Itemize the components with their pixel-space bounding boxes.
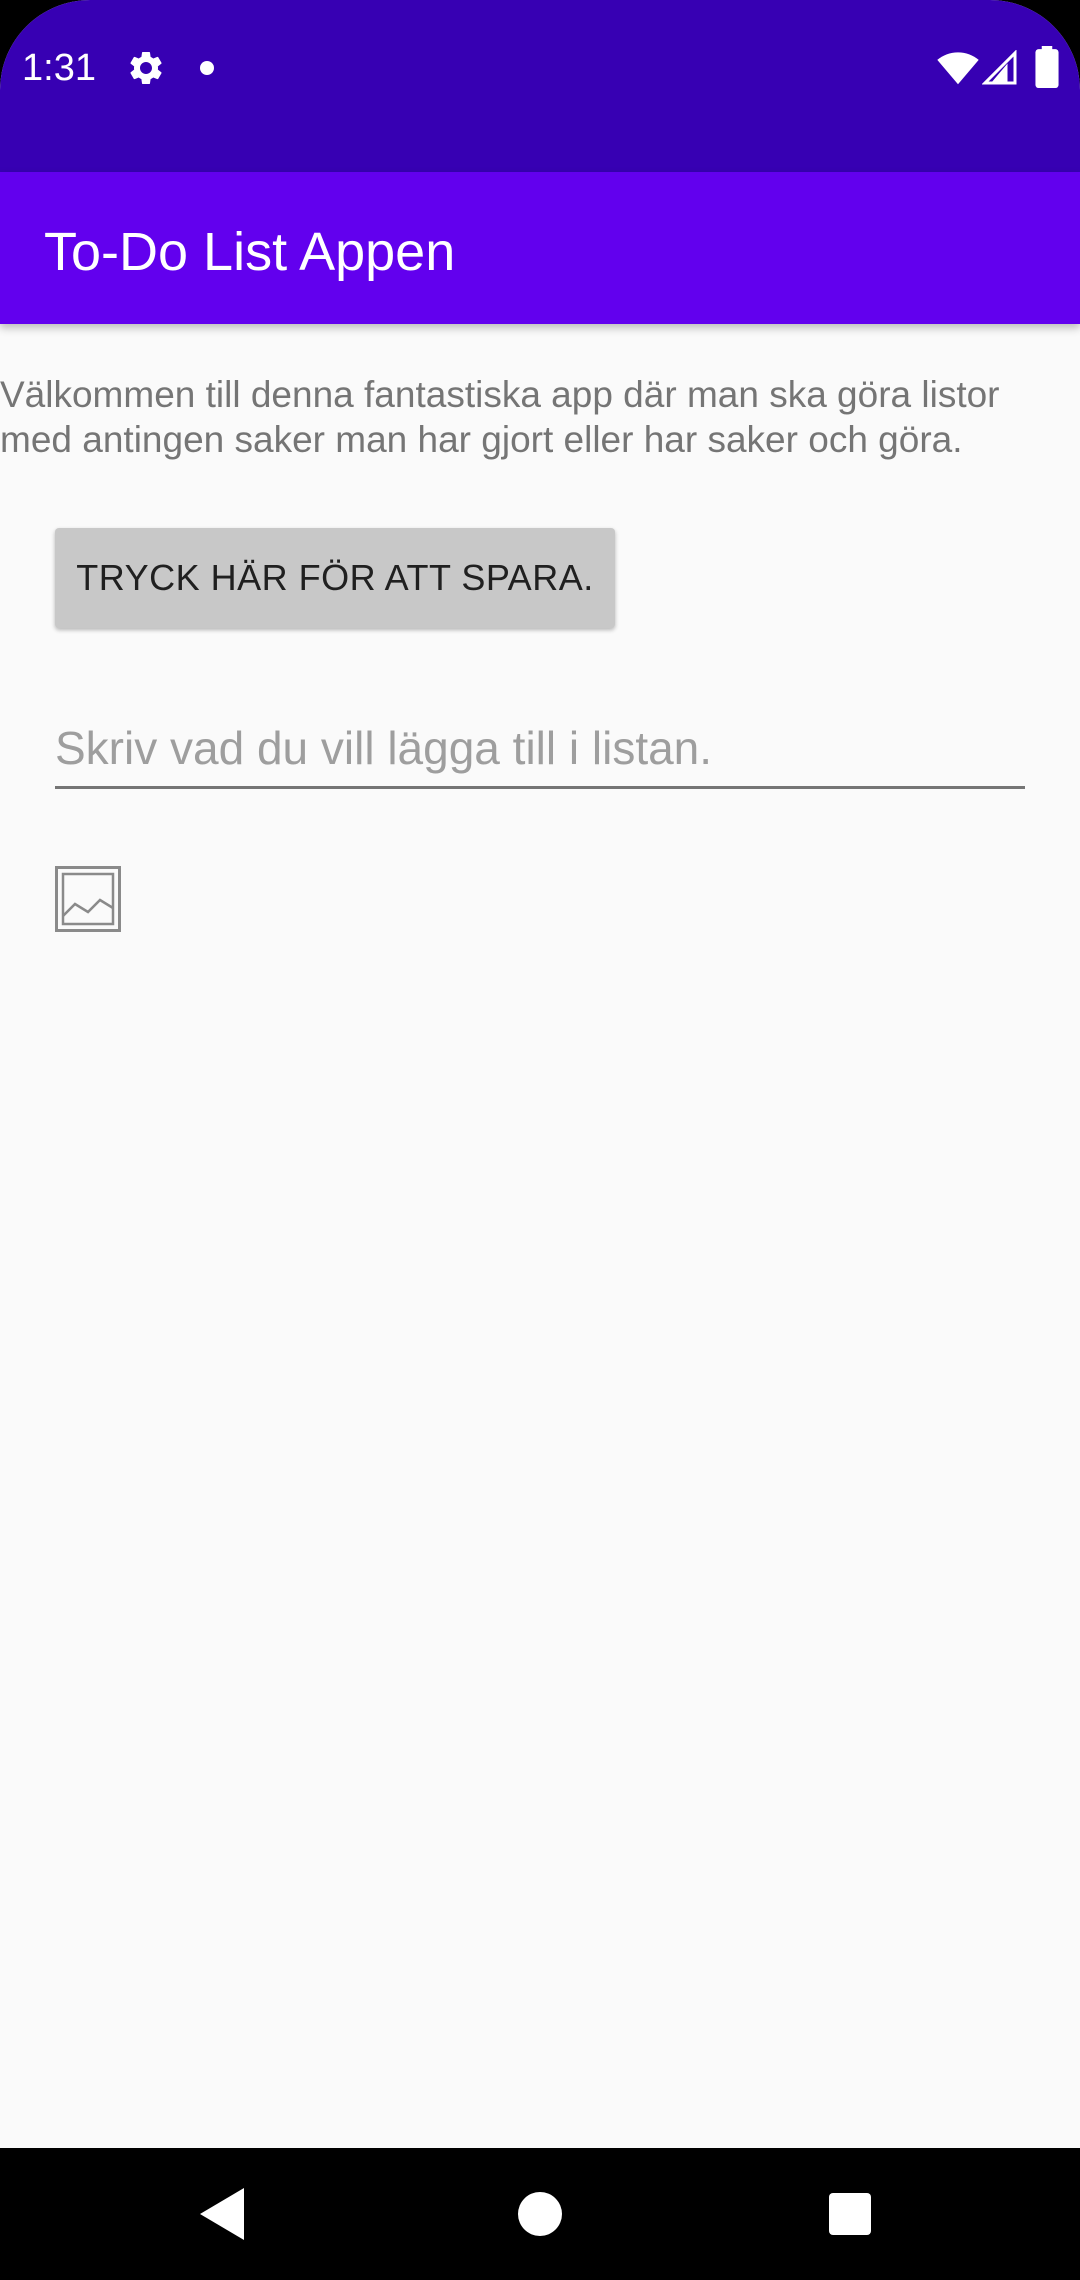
save-button[interactable]: TRYCK HÄR FÖR ATT SPARA. bbox=[55, 528, 615, 628]
navigation-bar bbox=[0, 2148, 1080, 2280]
battery-icon bbox=[1035, 46, 1059, 88]
gear-icon bbox=[130, 51, 162, 84]
notification-dot-icon bbox=[200, 61, 214, 75]
home-icon[interactable] bbox=[518, 2192, 562, 2236]
app-screen: 1:31 To-Do List Appen Välkommen till den… bbox=[0, 0, 1080, 2280]
status-bar: 1:31 bbox=[0, 0, 1080, 172]
status-time: 1:31 bbox=[22, 47, 96, 89]
back-icon[interactable] bbox=[200, 2188, 248, 2240]
cell-signal-icon bbox=[982, 50, 1017, 85]
recents-icon[interactable] bbox=[829, 2193, 871, 2235]
image-placeholder-icon bbox=[55, 866, 121, 932]
todo-input[interactable] bbox=[55, 710, 1025, 789]
wifi-icon bbox=[937, 52, 979, 85]
app-bar: To-Do List Appen bbox=[0, 172, 1080, 324]
welcome-text: Välkommen till denna fantastiska app där… bbox=[0, 374, 1000, 460]
app-title: To-Do List Appen bbox=[44, 222, 456, 282]
